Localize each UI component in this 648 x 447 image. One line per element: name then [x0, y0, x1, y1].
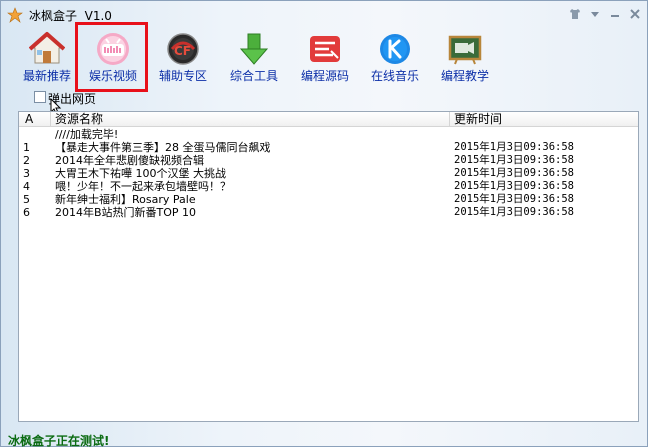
app-window: 冰枫盒子 V1.0 最新推荐 娱乐视频 CF 辅助专区 综合工具 编程源码 在线…: [0, 0, 648, 447]
tool-assist-zone[interactable]: CF 辅助专区: [151, 27, 215, 87]
column-header-name[interactable]: 资源名称: [51, 112, 450, 127]
selected-tool-highlight: [75, 22, 148, 92]
item-time: 2015年1月3日09:36:58: [454, 180, 575, 192]
item-index: 5: [23, 193, 30, 206]
tool-label: 辅助专区: [158, 69, 207, 83]
item-name: 【暴走大事件第三季】28 全蛋马儒同台飙戏: [55, 141, 271, 154]
menu-icon[interactable]: [587, 6, 603, 22]
tool-label: 最新推荐: [22, 69, 71, 83]
item-time: 2015年1月3日09:36:58: [454, 193, 575, 205]
tool-label: 编程教学: [440, 69, 489, 83]
item-index: 3: [23, 167, 30, 180]
item-name: 2014年B站热门新番TOP 10: [55, 206, 197, 219]
list-item[interactable]: 5 新年绅士福利】Rosary Pale 2015年1月3日09:36:58: [19, 193, 638, 206]
close-icon[interactable]: [627, 6, 643, 22]
source-code-icon: [310, 36, 340, 62]
tool-label: 在线音乐: [370, 69, 419, 83]
list-header: A 资源名称 更新时间: [19, 112, 638, 127]
list-item[interactable]: 2 2014年全年悲剧傻缺视频合辑 2015年1月3日09:36:58: [19, 154, 638, 167]
item-index: 1: [23, 141, 30, 154]
skin-icon[interactable]: [567, 6, 583, 22]
resource-list[interactable]: A 资源名称 更新时间 ////加载完毕! 1 【暴走大事件第三季】28 全蛋马…: [18, 111, 639, 422]
item-name: 2014年全年悲剧傻缺视频合辑: [55, 154, 204, 167]
item-time: 2015年1月3日09:36:58: [454, 167, 575, 179]
status-text: 冰枫盒子正在测试!: [8, 434, 110, 447]
status-bar: 冰枫盒子正在测试!: [1, 429, 647, 447]
list-item[interactable]: 6 2014年B站热门新番TOP 10 2015年1月3日09:36:58: [19, 206, 638, 219]
home-icon: [29, 32, 65, 64]
tool-label: 编程源码: [300, 69, 349, 83]
list-item[interactable]: 1 【暴走大事件第三季】28 全蛋马儒同台飙戏 2015年1月3日09:36:5…: [19, 141, 638, 154]
kugou-music-icon: [380, 34, 410, 64]
tool-source-code[interactable]: 编程源码: [293, 27, 357, 87]
list-rows: ////加载完毕! 1 【暴走大事件第三季】28 全蛋马儒同台飙戏 2015年1…: [19, 128, 638, 219]
app-logo-icon: [7, 7, 23, 23]
video-board-icon: [448, 35, 482, 65]
item-time: 2015年1月3日09:36:58: [454, 206, 575, 218]
list-item[interactable]: 3 大胃王木下祐嘩 100个汉堡 大挑战 2015年1月3日09:36:58: [19, 167, 638, 180]
item-name: 大胃王木下祐嘩 100个汉堡 大挑战: [55, 167, 226, 180]
item-time: 2015年1月3日09:36:58: [454, 154, 575, 166]
item-name: ////加载完毕!: [55, 128, 119, 141]
minimize-icon[interactable]: [607, 6, 623, 22]
tool-online-music[interactable]: 在线音乐: [363, 27, 427, 87]
column-header-time[interactable]: 更新时间: [450, 112, 638, 127]
svg-text:CF: CF: [174, 44, 191, 58]
tool-label: 综合工具: [229, 69, 278, 83]
column-header-index[interactable]: A: [19, 112, 51, 127]
item-name: 喂！少年！不一起来承包墙壁吗！？: [55, 180, 231, 193]
item-index: 6: [23, 206, 30, 219]
list-item[interactable]: ////加载完毕!: [19, 128, 638, 141]
tool-general-tools[interactable]: 综合工具: [222, 27, 286, 87]
list-item[interactable]: 4 喂！少年！不一起来承包墙壁吗！？ 2015年1月3日09:36:58: [19, 180, 638, 193]
item-index: 2: [23, 154, 30, 167]
download-arrow-icon: [239, 33, 269, 65]
tool-programming-teaching[interactable]: 编程教学: [433, 27, 497, 87]
popup-checkbox[interactable]: [34, 91, 46, 103]
crossfire-icon: CF: [167, 33, 199, 65]
item-name: 新年绅士福利】Rosary Pale: [55, 193, 196, 206]
item-time: 2015年1月3日09:36:58: [454, 141, 575, 153]
item-index: 4: [23, 180, 30, 193]
tool-latest-recommend[interactable]: 最新推荐: [15, 27, 79, 87]
